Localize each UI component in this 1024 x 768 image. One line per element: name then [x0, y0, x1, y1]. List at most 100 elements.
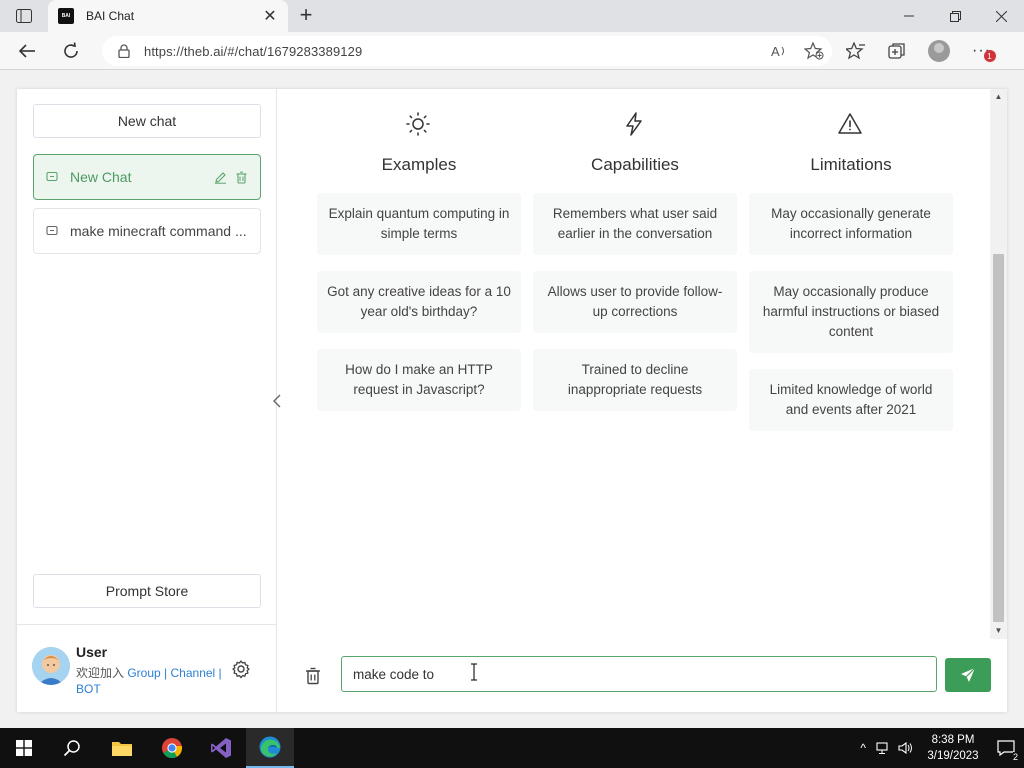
settings-button[interactable]: [231, 659, 251, 679]
lightning-icon: [626, 112, 642, 136]
address-bar: https://theb.ai/#/chat/1679283389129 A ·…: [0, 32, 1024, 70]
taskbar-search-button[interactable]: [48, 728, 96, 768]
taskbar-chrome[interactable]: [148, 728, 196, 768]
toolbar-icons: ··· 1: [846, 40, 996, 62]
search-icon: [63, 740, 80, 757]
limitation-card: May occasionally generate incorrect info…: [749, 193, 953, 255]
tab-actions-icon: [16, 9, 32, 23]
scrollbar-thumb[interactable]: [993, 254, 1004, 622]
browser-tab-active[interactable]: BAI BAI Chat ✕: [48, 0, 288, 32]
restore-icon: [949, 10, 961, 22]
close-icon: [995, 10, 1007, 22]
delete-chat-icon[interactable]: [235, 171, 248, 184]
clear-conversation-button[interactable]: [302, 665, 324, 687]
notification-badge: 1: [984, 50, 996, 62]
bot-link[interactable]: BOT: [76, 682, 101, 696]
taskbar-file-explorer[interactable]: [98, 728, 146, 768]
profile-avatar[interactable]: [928, 40, 950, 62]
chat-item-minecraft[interactable]: make minecraft command ...: [33, 208, 261, 254]
chat-bubble-icon: [46, 225, 58, 236]
edge-icon: [259, 736, 281, 758]
chat-app: New chat New Chat make minecraft command…: [17, 89, 1007, 712]
taskbar-visual-studio[interactable]: [197, 728, 245, 768]
examples-title: Examples: [381, 155, 457, 174]
restore-button[interactable]: [932, 0, 978, 32]
example-card[interactable]: Explain quantum computing in simple term…: [317, 193, 521, 255]
browser-tab-strip: BAI BAI Chat ✕ +: [0, 0, 1024, 32]
message-composer: [278, 649, 1007, 712]
clock-date: 3/19/2023: [927, 750, 979, 762]
settings-more-button[interactable]: ··· 1: [972, 42, 996, 62]
edit-icon[interactable]: [214, 171, 227, 184]
gear-icon: [232, 660, 250, 679]
minimize-icon: [904, 15, 914, 17]
chevron-up-icon[interactable]: ^: [860, 741, 866, 755]
limitations-title: Limitations: [810, 155, 892, 174]
taskbar-edge[interactable]: [246, 728, 294, 768]
community-prefix: 欢迎加入: [76, 666, 128, 680]
limitation-card: Limited knowledge of world and events af…: [749, 369, 953, 431]
tab-actions-button[interactable]: [10, 6, 38, 26]
chrome-icon: [162, 738, 183, 759]
chat-item-label: New Chat: [70, 169, 132, 185]
example-card[interactable]: Got any creative ideas for a 10 year old…: [317, 271, 521, 333]
taskbar-clock[interactable]: 8:38 PM 3/19/2023: [918, 732, 988, 764]
collections-icon[interactable]: [888, 42, 906, 60]
url-field[interactable]: https://theb.ai/#/chat/1679283389129 A: [102, 36, 832, 66]
welcome-panel: Examples Explain quantum computing in si…: [278, 89, 990, 639]
link-separator: |: [160, 666, 171, 680]
user-avatar-illustration: [32, 647, 70, 685]
chat-item-label: make minecraft command ...: [70, 223, 247, 239]
folder-icon: [112, 742, 132, 756]
url-text: https://theb.ai/#/chat/1679283389129: [144, 43, 363, 59]
chat-bubble-icon: [46, 171, 58, 182]
favorites-icon[interactable]: [846, 42, 866, 60]
bai-favicon-icon: BAI: [58, 8, 74, 24]
back-arrow-icon: [18, 44, 35, 58]
chat-item-new-chat[interactable]: New Chat: [33, 154, 261, 200]
read-aloud-icon[interactable]: A: [770, 42, 788, 60]
sun-icon: [406, 112, 430, 136]
start-button[interactable]: [0, 728, 48, 768]
channel-link[interactable]: Channel: [171, 666, 216, 680]
group-link[interactable]: Group: [127, 666, 160, 680]
new-tab-button[interactable]: +: [294, 4, 318, 28]
trash-icon: [306, 667, 320, 685]
back-button[interactable]: [15, 39, 39, 63]
network-icon[interactable]: [876, 741, 892, 755]
send-button[interactable]: [945, 658, 991, 692]
main-scrollbar[interactable]: ▲ ▼: [990, 89, 1007, 639]
system-tray: ^ 8:38 PM 3/19/2023 2: [860, 728, 1024, 768]
capability-card: Trained to decline inappropriate request…: [533, 349, 737, 411]
visual-studio-icon: [211, 738, 231, 758]
windows-logo-icon: [16, 740, 32, 756]
capabilities-title: Capabilities: [591, 155, 679, 174]
scroll-up-arrow-icon[interactable]: ▲: [994, 92, 1003, 101]
add-favorite-icon[interactable]: [804, 42, 824, 60]
volume-icon[interactable]: [898, 741, 914, 755]
tab-close-icon[interactable]: ✕: [262, 6, 278, 26]
tab-title: BAI Chat: [86, 9, 135, 23]
minimize-button[interactable]: [886, 0, 932, 32]
url-bar-actions: A: [770, 42, 824, 60]
clock-time: 8:38 PM: [931, 734, 975, 746]
notification-center-button[interactable]: 2: [988, 728, 1024, 768]
example-card[interactable]: How do I make an HTTP request in Javascr…: [317, 349, 521, 411]
new-chat-button[interactable]: New chat: [33, 104, 261, 138]
link-separator: |: [215, 666, 222, 680]
scroll-down-arrow-icon[interactable]: ▼: [994, 626, 1003, 635]
prompt-store-button[interactable]: Prompt Store: [33, 574, 261, 608]
text-cursor-icon: [471, 663, 477, 681]
sidebar: New chat New Chat make minecraft command…: [17, 89, 277, 712]
user-avatar: [32, 647, 70, 685]
user-community-links: 欢迎加入 Group | Channel | BOT: [76, 665, 226, 697]
refresh-icon: [64, 42, 78, 58]
message-input[interactable]: [341, 656, 937, 692]
capability-card: Remembers what user said earlier in the …: [533, 193, 737, 255]
refresh-button[interactable]: [59, 39, 83, 63]
windows-taskbar: ^ 8:38 PM 3/19/2023 2: [0, 728, 1024, 768]
limitation-card: May occasionally produce harmful instruc…: [749, 271, 953, 353]
send-icon: [961, 667, 976, 682]
close-window-button[interactable]: [978, 0, 1024, 32]
warning-icon: [838, 113, 862, 134]
